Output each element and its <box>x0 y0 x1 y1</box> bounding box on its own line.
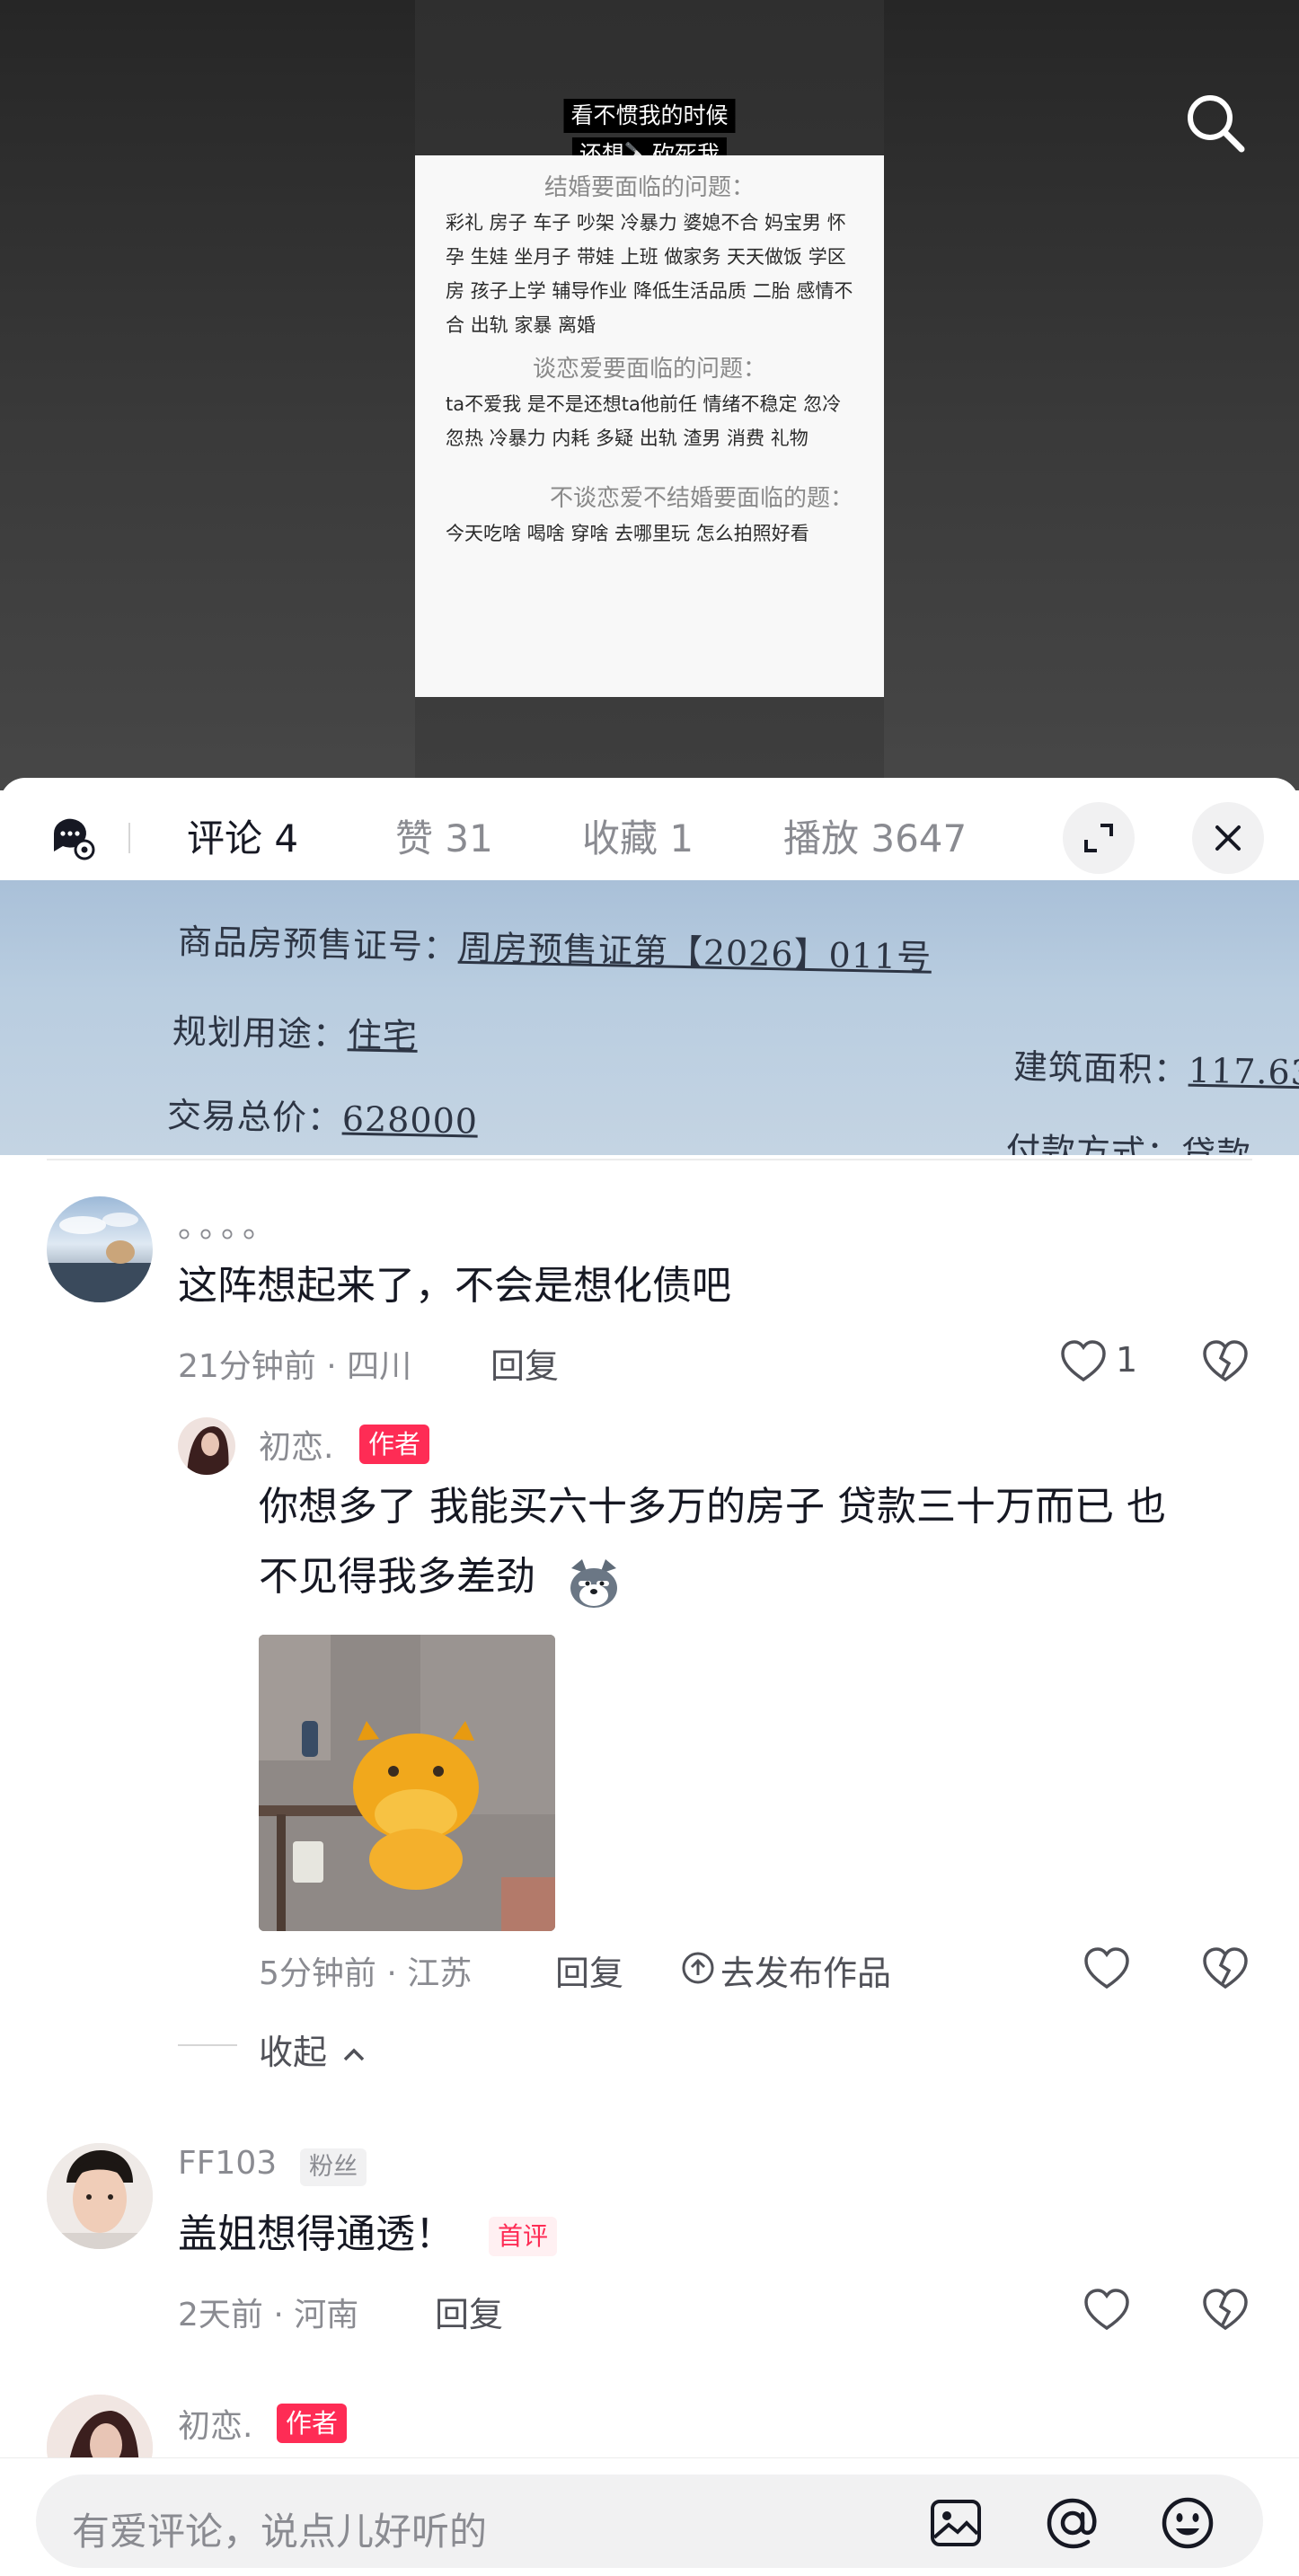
usage-label: 规划用途： <box>172 1011 349 1055</box>
collapse-divider <box>178 2044 237 2046</box>
close-button[interactable] <box>1192 802 1264 874</box>
price-value: 628000 <box>341 1098 479 1142</box>
comment-username[interactable]: FF103 <box>178 2145 277 2182</box>
comment-input[interactable]: 有爱评论，说点儿好听的 <box>36 2475 1263 2568</box>
tab-divider <box>128 823 130 853</box>
comment-meta: 21分钟前 · 四川 <box>178 1348 412 1385</box>
avatar-image <box>47 1213 153 1302</box>
publish-work-button[interactable]: 去发布作品 <box>720 1945 891 1995</box>
note-heading-marriage: 结婚要面临的问题： <box>543 174 755 201</box>
presale-label: 商品房预售证号： <box>177 922 459 967</box>
comment-input-bar: 有爱评论，说点儿好听的 <box>0 2457 1299 2576</box>
divider <box>47 1159 1252 1160</box>
tab-favorites[interactable]: 收藏 1 <box>582 808 694 863</box>
reply-button[interactable]: 回复 <box>555 1945 623 1995</box>
note-body-marriage: 彩礼 房子 车子 吵架 冷暴力 婆媳不合 妈宝男 怀孕 生娃 坐月子 带娃 上班… <box>446 212 853 336</box>
note-heading-dating: 谈恋爱要面临的问题： <box>532 356 766 383</box>
reply-username[interactable]: 初恋. <box>259 1421 333 1468</box>
like-icon[interactable] <box>1082 1944 1132 1994</box>
reply-button[interactable]: 回复 <box>490 1338 559 1388</box>
attached-document-photo[interactable]: 商品房预售证号：周房预售证第【2026】011号 规划用途：住宅 交易总价：62… <box>0 880 1299 1155</box>
avatar[interactable] <box>47 1196 153 1302</box>
author-badge: 作者 <box>277 2404 348 2443</box>
video-player[interactable]: 看不惯我的时候 还想🔪砍死我 结婚要面临的问题： 彩礼 房子 车子 吵架 冷暴力… <box>0 0 1299 790</box>
comment-input-placeholder: 有爱评论，说点儿好听的 <box>72 2510 488 2554</box>
price-label: 交易总价： <box>166 1095 343 1139</box>
payment-label: 付款方式： <box>1005 1130 1182 1155</box>
author-badge: 作者 <box>359 1425 430 1464</box>
tab-comments[interactable]: 评论 4 <box>187 808 298 863</box>
note-body-single: 今天吃啥 喝啥 穿啥 去哪里玩 怎么拍照好看 <box>446 523 809 544</box>
collapse-replies-button[interactable]: 收起 <box>259 2025 367 2074</box>
reply-meta: 5分钟前 · 江苏 <box>259 1955 473 1992</box>
first-comment-tag: 首评 <box>489 2217 558 2256</box>
avatar[interactable] <box>178 1417 235 1475</box>
dislike-icon[interactable] <box>1200 2285 1250 2335</box>
usage-value: 住宅 <box>347 1015 419 1056</box>
publish-arrow-icon[interactable] <box>681 1951 715 1985</box>
note-body-dating: ta不爱我 是不是还想ta他前任 情绪不稳定 忽冷忽热 冷暴力 内耗 多疑 出轨… <box>446 393 842 449</box>
like-icon[interactable] <box>1082 2285 1132 2335</box>
area-value: 117.63 <box>1188 1050 1299 1093</box>
comment-username[interactable]: 。。。。 <box>178 1200 280 1247</box>
close-icon <box>1215 825 1241 851</box>
mention-icon[interactable] <box>1044 2494 1101 2552</box>
expand-icon <box>1084 824 1113 852</box>
video-caption-line-1: 看不惯我的时候 <box>563 99 736 133</box>
reply-sticker-image[interactable] <box>259 1635 555 1931</box>
payment-row: 付款方式：贷款 <box>1005 1122 1251 1155</box>
dislike-icon[interactable] <box>1200 1944 1250 1994</box>
like-icon[interactable] <box>1058 1337 1109 1387</box>
payment-value: 贷款 <box>1180 1134 1252 1155</box>
comment-username[interactable]: 初恋. <box>178 2400 252 2447</box>
area-row: 建筑面积：117.63 <box>1012 1039 1299 1095</box>
collapse-label: 收起 <box>259 2033 328 2072</box>
avatar[interactable] <box>47 2143 153 2249</box>
presale-value: 周房预售证第【2026】011号 <box>457 927 932 977</box>
note-card: 结婚要面临的问题： 彩礼 房子 车子 吵架 冷暴力 婆媳不合 妈宝男 怀孕 生娃… <box>415 155 884 697</box>
tab-bar: 评论 4 赞 31 收藏 1 播放 3647 <box>0 778 1299 880</box>
comment-meta: 2天前 · 河南 <box>178 2297 359 2333</box>
dislike-icon[interactable] <box>1200 1337 1250 1387</box>
tab-plays[interactable]: 播放 3647 <box>783 808 967 863</box>
price-row: 交易总价：628000 <box>166 1087 479 1142</box>
avatar-image <box>178 1417 235 1475</box>
comment-text: 这阵想起来了，不会是想化债吧 <box>178 1263 731 1309</box>
like-count: 1 <box>1116 1340 1138 1380</box>
expand-button[interactable] <box>1063 802 1135 874</box>
chat-settings-icon[interactable] <box>47 812 97 862</box>
emoji-icon[interactable] <box>1159 2494 1216 2552</box>
reply-text-line-1: 你想多了 我能买六十多万的房子 贷款三十万而已 也 <box>259 1484 1166 1530</box>
comment-sheet: 评论 4 赞 31 收藏 1 播放 3647 商品房预售证号：周房预售证第【20… <box>0 778 1299 2576</box>
husky-emoji-icon <box>564 1556 623 1615</box>
tab-likes[interactable]: 赞 31 <box>395 808 493 863</box>
area-label: 建筑面积： <box>1012 1046 1189 1090</box>
chevron-up-icon <box>343 2048 365 2060</box>
note-heading-single: 不谈恋爱不结婚要面临的题： <box>549 485 853 512</box>
presale-row: 商品房预售证号：周房预售证第【2026】011号 <box>178 913 932 979</box>
reply-text-line-2: 不见得我多差劲 <box>259 1554 535 1600</box>
search-icon[interactable] <box>1182 90 1247 154</box>
reply-button[interactable]: 回复 <box>435 2287 503 2336</box>
image-icon[interactable] <box>927 2494 985 2552</box>
comment-text: 盖姐想得通透！ <box>178 2211 455 2257</box>
fan-badge: 粉丝 <box>300 2148 367 2186</box>
avatar-image <box>47 2143 153 2249</box>
usage-row: 规划用途：住宅 <box>172 1003 418 1058</box>
